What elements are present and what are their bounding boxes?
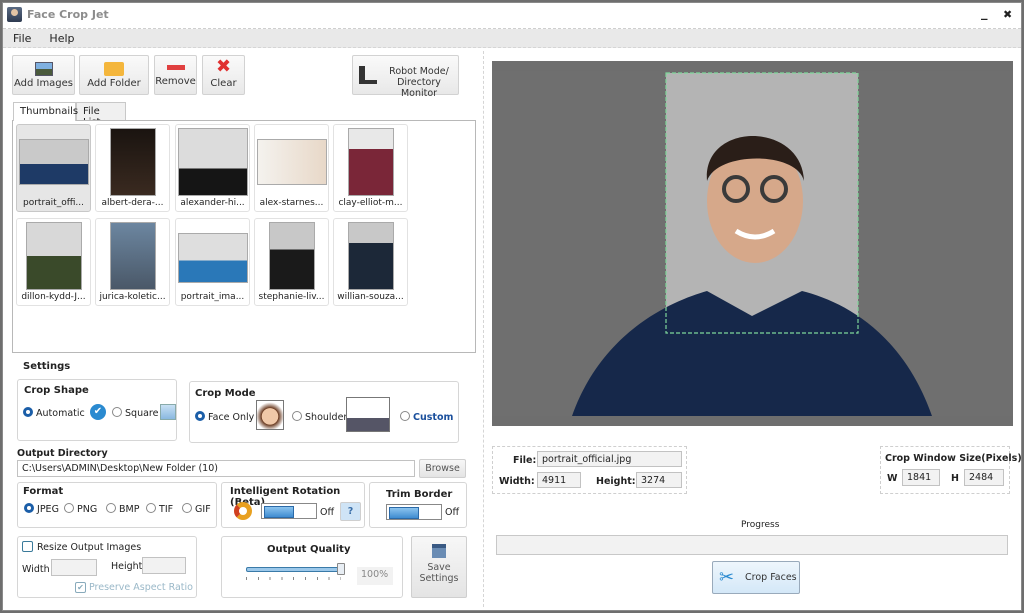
preserve-aspect-checkbox[interactable]: ✔ (75, 582, 86, 593)
crop-height-field[interactable]: 2484 (964, 469, 1004, 486)
x-icon: ✖ (215, 56, 232, 77)
resize-checkbox[interactable] (22, 541, 33, 552)
shoulder-icon (346, 397, 390, 432)
save-settings-button[interactable]: Save Settings (411, 536, 467, 598)
crop-width-field[interactable]: 1841 (902, 469, 940, 486)
right-panel: File: portrait_official.jpg Width: 4911 … (483, 51, 1022, 607)
crop-shape-group: Crop Shape Automatic ✔ Square (17, 379, 177, 441)
crop-faces-button[interactable]: ✂ Crop Faces (712, 561, 800, 594)
output-directory-label: Output Directory (17, 448, 108, 459)
crop-mode-face-only-radio[interactable]: Face Only (195, 411, 254, 423)
settings-heading: Settings (23, 361, 71, 372)
app-icon (7, 7, 22, 22)
thumbnail-item[interactable]: alex-starnes... (254, 124, 329, 212)
thumbnail-item[interactable]: portrait_ima... (175, 218, 250, 306)
portrait-image (492, 61, 1013, 426)
thumbnail-item[interactable]: clay-elliot-m... (333, 124, 408, 212)
check-circle-icon: ✔ (90, 404, 106, 420)
title-bar: Face Crop Jet _ ✖ (3, 3, 1021, 29)
crop-shape-square-radio[interactable]: Square (112, 407, 158, 419)
file-info-box: File: portrait_official.jpg Width: 4911 … (492, 446, 687, 494)
quality-slider-thumb[interactable] (337, 563, 345, 575)
crop-window-box: Crop Window Size(Pixels) W 1841 H 2484 (880, 446, 1022, 494)
minimize-button[interactable]: _ (981, 6, 988, 21)
add-folder-button[interactable]: Add Folder (79, 55, 149, 95)
format-tif-radio[interactable]: TIF (146, 503, 173, 515)
menu-file[interactable]: File (3, 29, 39, 45)
thumbnail-item[interactable]: dillon-kydd-J... (16, 218, 91, 306)
resize-group: Resize Output Images Width Height ✔ Pres… (17, 536, 197, 598)
help-button[interactable]: ? (340, 502, 361, 521)
progress-label: Progress (741, 520, 780, 530)
trim-border-group: Trim Border Off (369, 482, 467, 528)
floppy-icon (432, 544, 446, 558)
close-button[interactable]: ✖ (1003, 8, 1012, 21)
crop-mode-shoulder-radio[interactable]: Shoulder (292, 411, 347, 423)
format-jpeg-radio[interactable]: JPEG (24, 503, 59, 515)
app-window: Face Crop Jet _ ✖ File Help Add Images Ad… (2, 2, 1022, 611)
image-height-field: 3274 (636, 472, 682, 488)
scissors-icon: ✂ (719, 567, 735, 588)
thumbnail-item[interactable]: alexander-hi... (175, 124, 250, 212)
file-name-field: portrait_official.jpg (537, 451, 682, 467)
intelligent-rotation-group: Intelligent Rotation (Beta) Off ? (221, 482, 365, 528)
crop-mode-group: Crop Mode Face Only Shoulder Custom (189, 381, 459, 443)
rotation-icon (234, 502, 252, 520)
menu-help[interactable]: Help (39, 29, 82, 45)
thumbnail-grid: portrait_offi... albert-dera-... alexand… (12, 120, 476, 353)
slider-ticks (246, 577, 341, 580)
robot-arm-icon (359, 66, 377, 84)
quality-value: 100% (357, 567, 393, 585)
browse-button[interactable]: Browse (419, 459, 466, 478)
thumbnail-item[interactable]: willian-souza... (333, 218, 408, 306)
thumbnail-item[interactable]: stephanie-liv... (254, 218, 329, 306)
thumbnail-item[interactable]: jurica-koletic... (95, 218, 170, 306)
remove-button[interactable]: Remove (154, 55, 197, 95)
folder-icon (104, 62, 124, 76)
window-title: Face Crop Jet (27, 8, 109, 21)
menu-bar: File Help (3, 29, 1021, 48)
format-group: Format JPEG PNG BMP TIF GIF (17, 482, 217, 528)
image-icon (34, 62, 53, 76)
format-png-radio[interactable]: PNG (64, 503, 97, 515)
crop-shape-automatic-radio[interactable]: Automatic (23, 407, 85, 419)
tab-thumbnails[interactable]: Thumbnails (13, 102, 78, 121)
thumbnail-item[interactable]: portrait_offi... (16, 124, 91, 212)
thumbnail-item[interactable]: albert-dera-... (95, 124, 170, 212)
quality-slider-track[interactable] (246, 567, 341, 572)
resize-height-input[interactable] (142, 557, 186, 574)
robot-mode-button[interactable]: Robot Mode/ Directory Monitor (352, 55, 459, 99)
minus-icon (166, 65, 185, 70)
square-icon (160, 404, 176, 420)
image-width-field: 4911 (537, 472, 581, 488)
face-only-icon (256, 400, 284, 430)
crop-mode-custom-radio[interactable]: Custom (400, 411, 453, 423)
clear-button[interactable]: ✖ Clear (202, 55, 245, 95)
output-directory-input[interactable]: C:\Users\ADMIN\Desktop\New Folder (10) (17, 460, 415, 477)
add-images-button[interactable]: Add Images (12, 55, 75, 95)
left-panel: Add Images Add Folder Remove ✖ Clear Rob… (7, 51, 477, 607)
resize-width-input[interactable] (51, 559, 97, 576)
output-quality-group: Output Quality 100% (221, 536, 403, 598)
tab-file-list[interactable]: File List (76, 102, 126, 128)
format-gif-radio[interactable]: GIF (182, 503, 211, 515)
progress-bar (496, 535, 1008, 555)
rotation-toggle[interactable] (261, 503, 317, 519)
format-bmp-radio[interactable]: BMP (106, 503, 139, 515)
trim-border-toggle[interactable] (386, 504, 442, 520)
image-preview (492, 61, 1013, 426)
